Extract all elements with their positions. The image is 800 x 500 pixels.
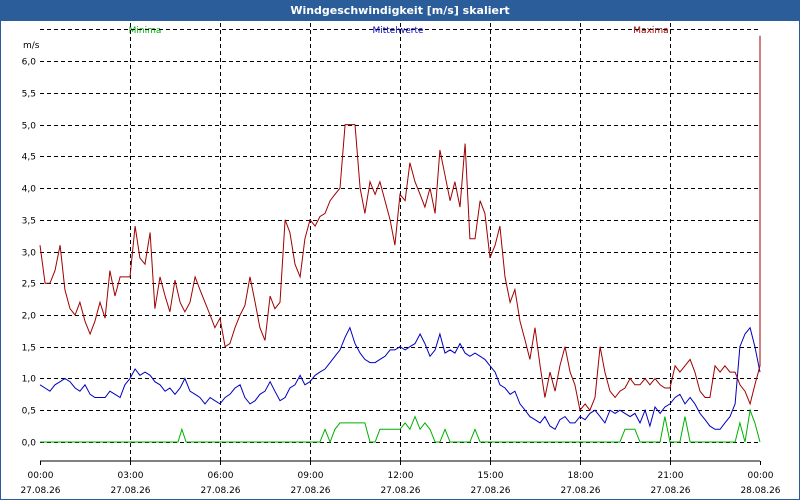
x-tick-time: 21:00 xyxy=(658,471,684,481)
y-tick-label: 1,5 xyxy=(22,344,36,354)
x-tick-time: 06:00 xyxy=(208,471,234,481)
y-tick-label: 5,0 xyxy=(22,122,37,132)
x-tick-date: 27.08.26 xyxy=(560,486,600,496)
x-tick-date: 28.08.26 xyxy=(740,486,780,496)
y-tick-label: 0,0 xyxy=(22,439,37,449)
legend-maxima: Maxima xyxy=(633,26,668,36)
x-tick-time: 15:00 xyxy=(478,471,504,481)
grid xyxy=(40,23,760,461)
y-tick-label: 3,0 xyxy=(22,249,37,259)
legend-minima: Minima xyxy=(129,26,162,36)
y-tick-label: 2,5 xyxy=(22,280,36,290)
x-tick-time: 00:00 xyxy=(748,471,774,481)
y-axis-ticks: 0,0 0,5 1,0 1,5 2,0 2,5 3,0 3,5 4,0 4,5 5,0 5,5 6,0 xyxy=(22,58,37,449)
x-tick-date: 27.08.26 xyxy=(110,486,150,496)
y-tick-label: 0,5 xyxy=(22,407,36,417)
x-tick-time: 00:00 xyxy=(28,471,54,481)
y-tick-label: 5,5 xyxy=(22,90,36,100)
y-tick-label: 3,5 xyxy=(22,217,36,227)
y-tick-label: 4,5 xyxy=(22,153,36,163)
x-tick-date: 27.08.26 xyxy=(380,486,420,496)
y-axis-label: m/s xyxy=(23,41,40,51)
legend-mittelwerte: Mittelwerte xyxy=(372,26,423,36)
wind-speed-chart: m/s Minima Mittelwerte Maxima 0,0 0,5 1,0 1… xyxy=(20,23,781,496)
x-tick-date: 27.08.26 xyxy=(650,486,690,496)
y-tick-label: 6,0 xyxy=(22,58,37,68)
y-tick-label: 1,0 xyxy=(22,375,37,385)
y-tick-label: 4,0 xyxy=(22,185,37,195)
y-tick-label: 2,0 xyxy=(22,312,37,322)
x-tick-time: 09:00 xyxy=(298,471,324,481)
x-tick-time: 03:00 xyxy=(118,471,144,481)
x-tick-date: 27.08.26 xyxy=(470,486,510,496)
x-tick-date: 27.08.26 xyxy=(200,486,240,496)
x-tick-time: 18:00 xyxy=(568,471,594,481)
x-axis-ticks: 00:00 27.08.26 03:00 27.08.26 06:00 27.08.26 0… xyxy=(20,461,781,496)
x-tick-time: 12:00 xyxy=(388,471,414,481)
x-tick-date: 27.08.26 xyxy=(20,486,60,496)
x-tick-date: 27.08.26 xyxy=(290,486,330,496)
